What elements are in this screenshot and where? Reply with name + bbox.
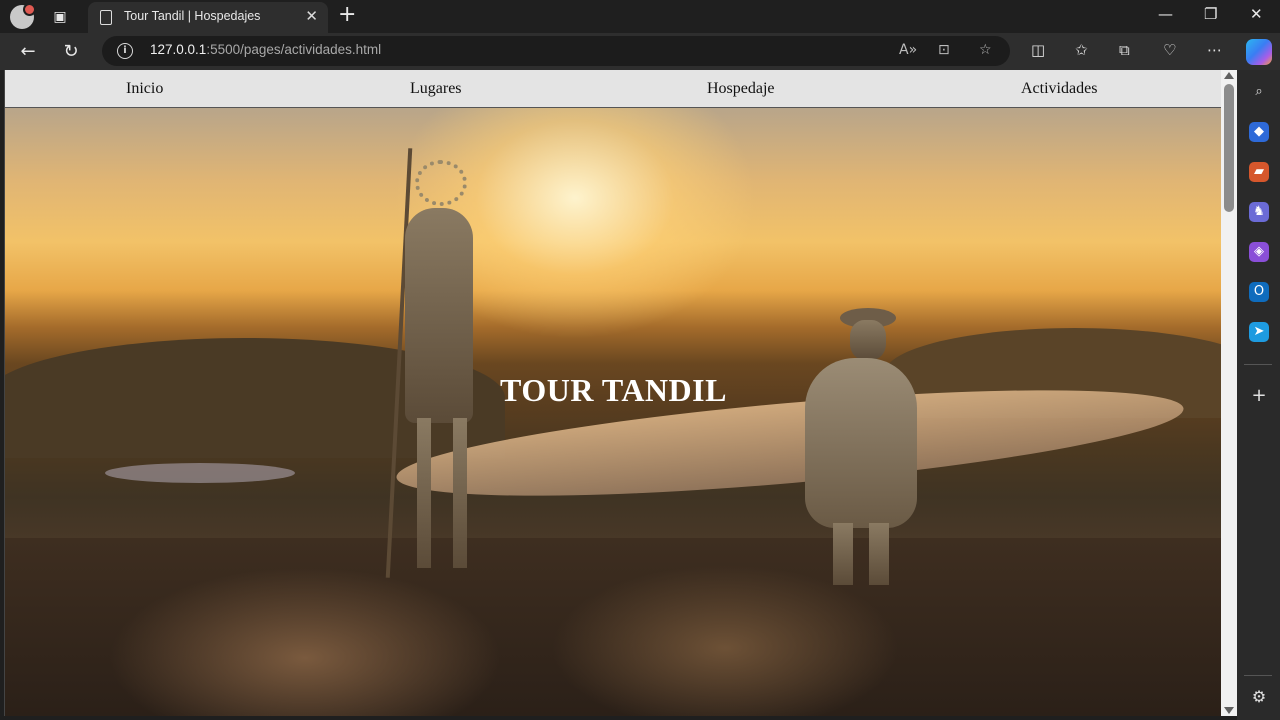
immersive-reader-icon[interactable]: ⊡ — [938, 42, 950, 58]
more-menu-icon[interactable]: ⋯ — [1207, 41, 1222, 59]
page-viewport: Inicio Lugares Hospedaje Actividades TOU… — [4, 70, 1237, 716]
browser-toolbar: ← ↻ i 127.0.0.1:5500/pages/actividades.h… — [0, 33, 1280, 70]
scroll-thumb[interactable] — [1224, 84, 1234, 212]
copilot-icon[interactable] — [1246, 39, 1272, 65]
hero-background-image — [5, 108, 1237, 716]
url-text[interactable]: 127.0.0.1:5500/pages/actividades.html — [150, 42, 381, 57]
scroll-down-arrow[interactable] — [1224, 707, 1234, 714]
url-host: 127.0.0.1 — [150, 42, 207, 57]
nav-link-inicio[interactable]: Inicio — [126, 80, 163, 98]
minimize-button[interactable]: — — [1158, 5, 1173, 23]
new-tab-button[interactable]: + — [338, 4, 356, 26]
rocks — [5, 538, 1222, 716]
back-button[interactable]: ← — [15, 39, 41, 65]
statue-sancho-head — [850, 320, 886, 360]
toolbox-icon[interactable]: ▰ — [1249, 162, 1269, 182]
browser-tab[interactable]: Tour Tandil | Hospedajes ✕ — [88, 2, 328, 33]
sidebar-divider — [1244, 675, 1272, 676]
address-bar[interactable]: i 127.0.0.1:5500/pages/actividades.html … — [102, 36, 1010, 66]
chess-icon[interactable]: ♞ — [1249, 202, 1269, 222]
nav-link-lugares[interactable]: Lugares — [410, 80, 462, 98]
tab-close-icon[interactable]: ✕ — [305, 7, 318, 25]
outlook-icon[interactable]: O — [1249, 282, 1269, 302]
tag-icon[interactable]: ◆ — [1249, 122, 1269, 142]
copilot-app-icon[interactable]: ◈ — [1249, 242, 1269, 262]
url-path: :5500/pages/actividades.html — [206, 42, 382, 57]
sidebar-divider — [1244, 364, 1272, 365]
split-screen-icon[interactable]: ◫ — [1031, 41, 1045, 59]
statue-sancho-leg — [833, 523, 853, 585]
favorite-star-icon[interactable]: ☆ — [979, 42, 992, 58]
site-navbar: Inicio Lugares Hospedaje Actividades — [5, 70, 1222, 108]
scroll-up-arrow[interactable] — [1224, 72, 1234, 79]
lake — [105, 463, 295, 483]
collections-icon[interactable]: ⧉ — [1119, 41, 1130, 59]
statue-quixote-leg — [453, 418, 467, 568]
statue-sancho-leg — [869, 523, 889, 585]
search-icon[interactable]: ⌕ — [1249, 82, 1269, 102]
refresh-button[interactable]: ↻ — [58, 39, 84, 65]
nav-link-hospedaje[interactable]: Hospedaje — [707, 80, 775, 98]
send-icon[interactable]: ➤ — [1249, 322, 1269, 342]
browser-titlebar: ▣ Tour Tandil | Hospedajes ✕ + — ❐ ✕ — [0, 0, 1280, 33]
add-icon[interactable]: + — [1249, 386, 1269, 406]
statue-quixote-head — [415, 160, 467, 206]
site-info-icon[interactable]: i — [117, 43, 133, 59]
read-aloud-icon[interactable]: A» — [899, 42, 917, 58]
nav-link-actividades[interactable]: Actividades — [1021, 80, 1097, 98]
window-close-button[interactable]: ✕ — [1250, 5, 1263, 23]
settings-icon[interactable]: ⚙ — [1249, 687, 1269, 707]
profile-avatar[interactable] — [10, 3, 36, 29]
favorites-icon[interactable]: ✩ — [1075, 41, 1088, 59]
restore-button[interactable]: ❐ — [1204, 5, 1217, 23]
tab-title: Tour Tandil | Hospedajes — [124, 9, 261, 23]
statue-quixote-leg — [417, 418, 431, 568]
tab-actions-icon[interactable]: ▣ — [50, 7, 70, 27]
hero-title: TOUR TANDIL — [500, 372, 727, 408]
browser-essentials-icon[interactable]: ♡ — [1163, 41, 1176, 59]
page-scrollbar[interactable] — [1221, 70, 1237, 716]
page-icon — [100, 10, 112, 25]
